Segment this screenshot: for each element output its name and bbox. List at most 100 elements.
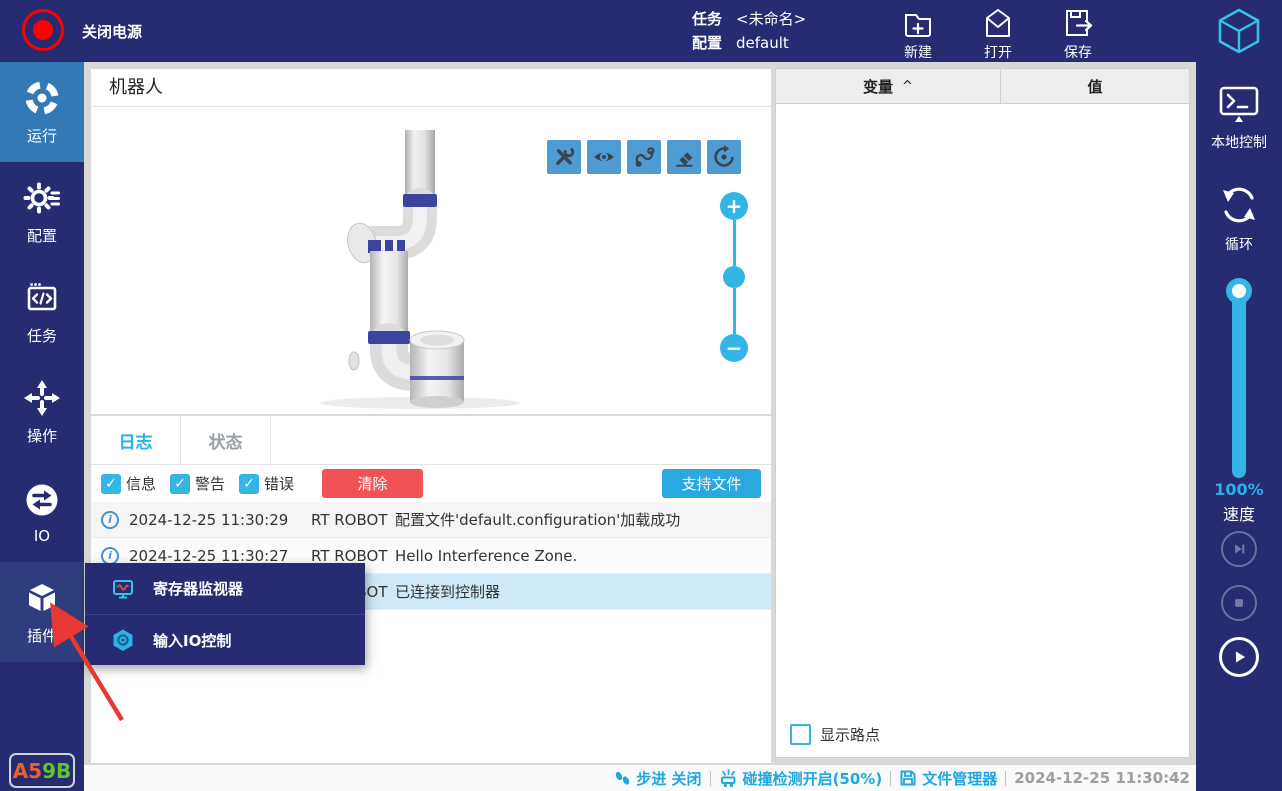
run-icon	[22, 78, 62, 118]
file-manager-icon	[899, 769, 917, 787]
menu-item-label: 输入IO控制	[153, 630, 231, 651]
filter-info-label: 信息	[126, 473, 156, 494]
stop-button[interactable]	[1221, 585, 1257, 621]
sidebar-item-label: 任务	[27, 325, 57, 346]
sidebar-item-run[interactable]: 运行	[0, 62, 84, 162]
log-filter-bar: ✓ 信息 ✓ 警告 ✓ 错误 清除 支持文件	[91, 465, 771, 502]
zoom-in-button[interactable]: +	[720, 192, 748, 220]
filter-warning-checkbox[interactable]: ✓	[170, 474, 190, 494]
file-manager-label: 文件管理器	[922, 768, 997, 789]
open-button[interactable]: 打开	[975, 5, 1021, 62]
step-forward-button[interactable]	[1221, 531, 1257, 567]
power-button[interactable]	[22, 9, 64, 51]
variables-table-header: 变量 ^ 值	[776, 69, 1189, 104]
left-sidebar: 运行 配置 任务	[0, 62, 84, 791]
log-time: 2024-12-25 11:30:27	[129, 547, 301, 565]
sidebar-item-label: 运行	[27, 125, 57, 146]
plus-icon: +	[726, 196, 743, 216]
skip-to-end-icon	[1229, 539, 1249, 559]
local-control-label: 本地控制	[1196, 132, 1282, 152]
tools-button[interactable]	[547, 140, 581, 174]
config-label: 配置	[692, 31, 728, 55]
log-source: RT ROBOT	[311, 511, 395, 529]
sidebar-item-plugin[interactable]: 插件	[0, 562, 84, 662]
status-timestamp: 2024-12-25 11:30:42	[1014, 769, 1190, 787]
save-button[interactable]: 保存	[1055, 5, 1101, 62]
reset-view-button[interactable]	[707, 140, 741, 174]
sidebar-item-io[interactable]: IO	[0, 462, 84, 562]
loop-label: 循环	[1196, 234, 1282, 254]
minus-icon: −	[726, 338, 743, 358]
filter-info-checkbox[interactable]: ✓	[101, 474, 121, 494]
menu-item-register-monitor[interactable]: 寄存器监视器	[85, 563, 365, 614]
eraser-icon	[671, 144, 697, 170]
zoom-out-button[interactable]: −	[720, 334, 748, 362]
log-message: 已连接到控制器	[395, 581, 771, 602]
right-sidebar: 本地控制 循环 100% 速度	[1196, 62, 1282, 791]
tab-status[interactable]: 状态	[181, 416, 271, 464]
local-control-button[interactable]: 本地控制	[1196, 84, 1282, 152]
local-control-icon	[1216, 84, 1262, 126]
tools-icon	[551, 144, 577, 170]
input-io-icon	[111, 628, 135, 652]
open-button-label: 打开	[975, 42, 1021, 62]
support-file-button[interactable]: 支持文件	[662, 469, 761, 498]
visibility-button[interactable]	[587, 140, 621, 174]
check-icon: ✓	[105, 476, 117, 492]
power-icon	[33, 20, 53, 40]
collision-status[interactable]: 碰撞检测开启(50%)	[719, 768, 883, 789]
stop-icon	[1229, 593, 1249, 613]
tab-log[interactable]: 日志	[91, 416, 181, 464]
sidebar-item-operate[interactable]: 操作	[0, 362, 84, 462]
play-button[interactable]	[1219, 637, 1259, 677]
zoom-slider-handle[interactable]	[723, 266, 745, 288]
loop-button[interactable]: 循环	[1196, 182, 1282, 254]
menu-item-label: 寄存器监视器	[153, 578, 243, 599]
step-status[interactable]: 步进 关闭	[613, 768, 701, 789]
column-header-value[interactable]: 值	[1001, 69, 1189, 103]
speed-slider-handle[interactable]	[1226, 278, 1252, 304]
viewport-toolbar	[547, 140, 741, 174]
sidebar-item-config[interactable]: 配置	[0, 162, 84, 262]
speed-slider-track[interactable]	[1232, 284, 1246, 478]
play-icon	[1228, 646, 1250, 668]
trajectory-button[interactable]	[627, 140, 661, 174]
status-badge: A59B	[9, 753, 75, 788]
menu-item-input-io-control[interactable]: 输入IO控制	[85, 614, 365, 665]
show-waypoints-label: 显示路点	[820, 724, 880, 745]
config-value: default	[736, 31, 789, 55]
filter-error-label: 错误	[264, 473, 294, 494]
column-header-variable[interactable]: 变量 ^	[776, 69, 1001, 103]
speed-percent: 100%	[1196, 480, 1282, 499]
step-icon	[613, 769, 631, 787]
zoom-track[interactable]	[733, 220, 736, 266]
robot-panel-title: 机器人	[91, 69, 771, 107]
show-waypoints-checkbox[interactable]	[790, 724, 811, 745]
collision-status-label: 碰撞检测开启(50%)	[743, 768, 883, 789]
filter-error-checkbox[interactable]: ✓	[239, 474, 259, 494]
file-manager-button[interactable]: 文件管理器	[899, 768, 997, 789]
zoom-track[interactable]	[733, 288, 736, 334]
gear-icon	[22, 178, 62, 218]
save-file-icon	[1060, 5, 1096, 41]
clear-button[interactable]: 清除	[322, 469, 423, 498]
sidebar-item-task[interactable]: 任务	[0, 262, 84, 362]
eraser-button[interactable]	[667, 140, 701, 174]
power-label: 关闭电源	[82, 21, 142, 42]
log-message: Hello Interference Zone.	[395, 547, 771, 565]
divider	[890, 771, 891, 786]
info-icon: i	[101, 547, 119, 565]
show-waypoints-row: 显示路点	[790, 724, 880, 745]
new-button[interactable]: 新建	[895, 5, 941, 62]
collision-icon	[719, 769, 738, 788]
zoom-control: + −	[720, 192, 748, 362]
log-source: RT ROBOT	[311, 547, 395, 565]
robot-3d-viewport[interactable]: + −	[92, 108, 770, 413]
task-value: <未命名>	[736, 7, 806, 31]
step-status-label: 步进 关闭	[636, 768, 701, 789]
divider	[710, 771, 711, 786]
register-monitor-icon	[111, 577, 135, 601]
check-icon: ✓	[243, 476, 255, 492]
log-row[interactable]: i 2024-12-25 11:30:29 RT ROBOT 配置文件'defa…	[91, 502, 771, 538]
log-message: 配置文件'default.configuration'加载成功	[395, 509, 771, 530]
